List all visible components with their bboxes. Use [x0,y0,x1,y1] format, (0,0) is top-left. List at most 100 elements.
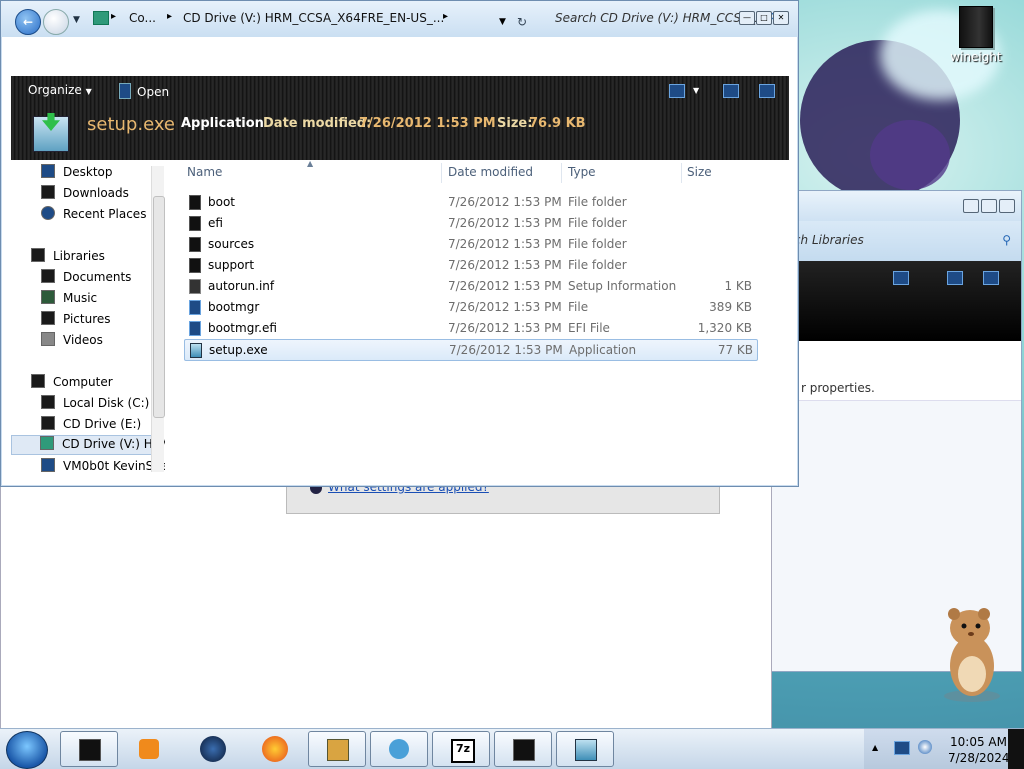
file-row[interactable]: boot 7/26/2012 1:53 PM File folder [184,192,756,212]
maximize-icon[interactable] [981,199,997,213]
breadcrumb-separator[interactable]: ▸ [443,11,448,22]
file-row[interactable]: bootmgr.efi 7/26/2012 1:53 PM EFI File 1… [184,318,756,338]
chevron-down-icon: ▼ [85,87,92,96]
nav-item-label: VM0b0t KevinSite [63,459,165,473]
file-row[interactable]: support 7/26/2012 1:53 PM File folder [184,255,756,275]
taskbar-explorer[interactable] [60,731,118,767]
command-bar: Organize ▼ Open ▼ setup.exe Application … [11,76,789,160]
column-header-type[interactable]: Type [568,165,596,179]
taskbar-firefox[interactable] [246,731,304,767]
breadcrumb-separator[interactable]: ▸ [111,11,116,22]
search-input[interactable]: Search CD Drive (V:) HRM_CCSA_X64... [555,11,761,25]
breadcrumb-separator[interactable]: ▸ [167,11,172,22]
start-button[interactable] [6,731,48,769]
organize-label: Organize [28,83,82,97]
libraries-window[interactable]: rch Libraries ⚲ r properties. [770,190,1022,672]
preview-pane-icon[interactable] [723,84,739,98]
network-icon [389,739,409,759]
column-divider[interactable] [561,163,562,183]
network-tray-icon[interactable] [894,741,910,755]
nav-scrollbar[interactable] [151,166,165,472]
address-bar[interactable]: ▸ Co... ▸ CD Drive (V:) HRM_CCSA_X64FRE_… [87,7,539,33]
breadcrumb-computer[interactable]: Co... [129,11,156,25]
recent-pages-dropdown[interactable]: ▼ [73,15,80,25]
explorer-window[interactable]: ← ▼ ▸ Co... ▸ CD Drive (V:) HRM_CCSA_X64… [0,0,799,487]
file-size: 1 KB [724,279,752,293]
taskbar-7zip[interactable]: 7z [432,731,490,767]
file-name: autorun.inf [208,279,275,293]
show-desktop-button[interactable] [1008,729,1024,769]
file-date: 7/26/2012 1:53 PM [448,258,562,272]
toolbar-row: Organize ▼ Open ▼ [11,76,789,106]
details-date-value: 7/26/2012 1:53 PM [359,116,496,131]
column-divider[interactable] [681,163,682,183]
close-button[interactable]: ✕ [773,11,789,25]
nav-item-documents[interactable]: Documents [41,269,131,289]
taskbar-media-player[interactable] [120,731,178,767]
column-header-date[interactable]: Date modified [448,165,533,179]
nav-item-libraries[interactable]: Libraries [31,248,105,268]
nav-item-music[interactable]: Music [41,290,97,310]
file-name: support [208,258,255,272]
nav-item-desktop[interactable]: Desktop [41,164,113,184]
desktop-icon-wineight[interactable]: wineight [944,6,1008,64]
nav-item-local-disk-c[interactable]: Local Disk (C:) [41,395,149,415]
pictures-icon [41,311,55,325]
column-header-name[interactable]: Name [187,165,222,179]
column-header-size[interactable]: Size [687,165,712,179]
view-icon[interactable] [893,271,909,285]
help-icon[interactable] [759,84,775,98]
refresh-icon[interactable]: ↻ [517,15,527,29]
details-date-label: Date modified: [263,116,372,131]
taskbar-setup[interactable] [556,731,614,767]
breadcrumb-cd-drive[interactable]: CD Drive (V:) HRM_CCSA_X64FRE_EN-US_... [183,11,444,25]
change-view-icon[interactable] [669,84,685,98]
file-row[interactable]: efi 7/26/2012 1:53 PM File folder [184,213,756,233]
file-list[interactable]: Name ▲ Date modified Type Size boot 7/26… [169,159,789,479]
navigation-pane[interactable]: Desktop Downloads Recent Places Librarie… [11,161,165,479]
forward-button[interactable] [43,9,69,35]
maximize-button[interactable]: □ [756,11,772,25]
nav-item-recent-places[interactable]: Recent Places [41,206,146,226]
minimize-button[interactable]: — [739,11,755,25]
clock-date[interactable]: 7/28/2024 [948,751,1010,765]
help-icon[interactable] [983,271,999,285]
nav-item-downloads[interactable]: Downloads [41,185,129,205]
file-row[interactable]: sources 7/26/2012 1:53 PM File folder [184,234,756,254]
nav-item-videos[interactable]: Videos [41,332,103,352]
address-dropdown-icon[interactable]: ▼ [499,17,506,27]
file-row[interactable]: bootmgr 7/26/2012 1:53 PM File 389 KB [184,297,756,317]
minimize-icon[interactable] [963,199,979,213]
nav-item-network-share[interactable]: VM0b0t KevinSite [41,458,165,478]
volume-tray-icon[interactable] [918,740,932,754]
nav-item-pictures[interactable]: Pictures [41,311,111,331]
libraries-search-bar[interactable]: rch Libraries ⚲ [771,221,1021,261]
taskbar-console[interactable] [494,731,552,767]
file-row-selected[interactable]: setup.exe 7/26/2012 1:53 PM Application … [184,339,758,361]
taskbar-box[interactable] [308,731,366,767]
open-button[interactable]: Open [119,83,169,99]
nav-item-computer[interactable]: Computer [31,374,113,394]
file-date: 7/26/2012 1:53 PM [448,195,562,209]
nav-item-label: Computer [53,375,113,389]
libraries-search-input[interactable]: rch Libraries [789,233,864,247]
show-hidden-icons[interactable]: ▲ [872,743,878,752]
organize-button[interactable]: Organize ▼ [28,83,92,97]
taskbar-globe[interactable] [184,731,242,767]
clock-time[interactable]: 10:05 AM [950,735,1007,749]
view-options-dropdown[interactable]: ▼ [693,86,699,95]
close-icon[interactable] [999,199,1015,213]
taskbar-network[interactable] [370,731,428,767]
nav-scroll-thumb[interactable] [153,196,165,418]
search-icon[interactable]: ⚲ [1002,233,1011,247]
file-row[interactable]: autorun.inf 7/26/2012 1:53 PM Setup Info… [184,276,756,296]
nav-item-cd-drive-v[interactable]: CD Drive (V:) HRM [11,435,165,455]
recent-places-icon [41,206,55,220]
file-date: 7/26/2012 1:53 PM [448,321,562,335]
back-button[interactable]: ← [15,9,41,35]
pane-icon[interactable] [947,271,963,285]
nav-item-cd-drive-e[interactable]: CD Drive (E:) [41,416,141,436]
nav-item-label: Documents [63,270,132,284]
folder-icon [189,237,201,252]
column-divider[interactable] [441,163,442,183]
